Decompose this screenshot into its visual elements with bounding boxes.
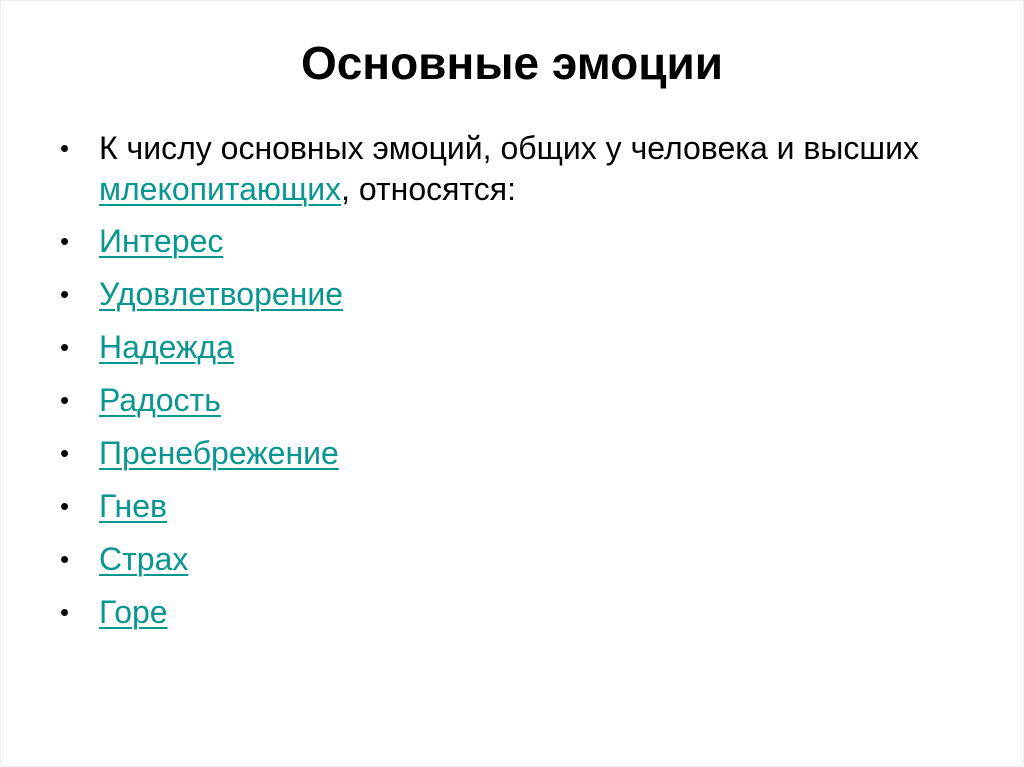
emotion-link-interest[interactable]: Интерес [99,223,223,259]
bullet-icon: • [60,491,70,521]
list-item: • Гнев [57,486,987,527]
bullet-icon: • [60,597,70,627]
emotion-link-fear[interactable]: Страх [99,541,188,577]
bullet-icon: • [60,544,70,574]
emotion-link-hope[interactable]: Надежда [99,329,234,365]
bullet-icon: • [60,133,70,163]
intro-text-after: , относятся: [341,171,516,207]
bullet-icon: • [60,385,70,415]
mammals-link[interactable]: млекопитающих [99,171,341,207]
emotion-link-anger[interactable]: Гнев [99,488,167,524]
emotion-link-contempt[interactable]: Пренебрежение [99,435,339,471]
intro-text-before: К числу основных эмоций, общих у человек… [99,130,919,166]
emotion-link-satisfaction[interactable]: Удовлетворение [99,276,343,312]
list-item: • Удовлетворение [57,274,987,315]
slide: Основные эмоции • К числу основных эмоци… [0,0,1024,767]
emotion-link-joy[interactable]: Радость [99,382,221,418]
list-item: • Страх [57,539,987,580]
slide-title: Основные эмоции [300,37,724,89]
emotion-link-grief[interactable]: Горе [99,594,168,630]
list-item: • Надежда [57,327,987,368]
intro-item: • К числу основных эмоций, общих у челов… [57,128,987,210]
bullet-icon: • [60,226,70,256]
list-item: • Горе [57,592,987,633]
list-item: • Интерес [57,221,987,262]
bullet-icon: • [60,332,70,362]
bullet-list: • К числу основных эмоций, общих у челов… [57,128,987,645]
bullet-icon: • [60,279,70,309]
list-item: • Пренебрежение [57,433,987,474]
bullet-icon: • [60,438,70,468]
list-item: • Радость [57,380,987,421]
